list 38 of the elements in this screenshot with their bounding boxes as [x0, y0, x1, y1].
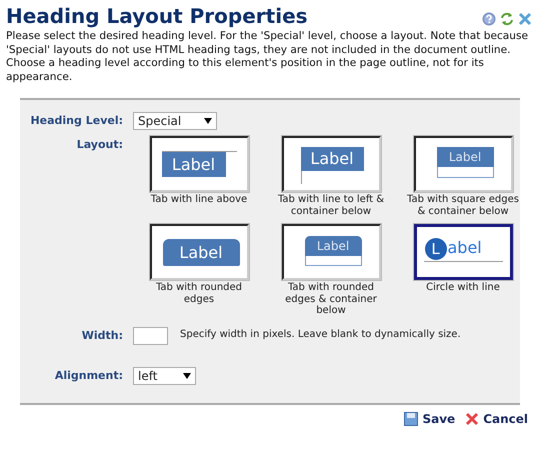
- dropdown[interactable]: Special: [133, 112, 217, 130]
- save-icon: [404, 412, 418, 426]
- layout-option[interactable]: Label: [282, 224, 380, 280]
- layout-caption: Circle with line: [425, 282, 501, 294]
- dropdown-arrow-icon: [183, 372, 191, 378]
- refresh-icon[interactable]: [500, 12, 514, 26]
- save-button[interactable]: Save: [404, 410, 456, 428]
- dropdown[interactable]: left: [133, 366, 196, 384]
- tab-preview: Label: [162, 239, 240, 266]
- field-label: Layout:: [76, 137, 124, 153]
- tab-preview: Label: [300, 147, 364, 171]
- layout-caption: Tab with square edges & container below: [406, 194, 520, 217]
- tab-preview: Label: [162, 152, 226, 177]
- layout-caption: Tab with rounded edges & container below: [284, 282, 378, 316]
- hint-text: Specify width in pixels. Leave blank to dynamically size.: [180, 328, 461, 342]
- layout-option[interactable]: Label: [150, 224, 248, 280]
- help-icon[interactable]: [482, 12, 496, 26]
- layout-option[interactable]: L abel: [414, 224, 512, 280]
- layout-option[interactable]: Label: [282, 136, 380, 192]
- layout-caption: Tab with line to left & container below: [276, 194, 386, 217]
- dialog-title: Heading Layout Properties: [6, 3, 308, 29]
- cancel-icon: [465, 412, 480, 426]
- dropdown-arrow-icon: [204, 118, 212, 124]
- width-input[interactable]: [133, 326, 168, 344]
- description-text: Please select the desired heading level. For the 'Special' level, choose a layout. Note that because 'Special' layouts do not use HTML heading tags, they are not included in the document outline. Choose a heading level according to this element's position in the page outline, not for its appearance.: [6, 30, 530, 84]
- cancel-button[interactable]: Cancel: [465, 410, 528, 428]
- field-label: Alignment:: [54, 368, 124, 384]
- layout-caption: Tab with line above: [150, 194, 248, 206]
- tab-preview: Label: [304, 236, 362, 256]
- field-label: Width:: [80, 328, 124, 344]
- field-label: Heading Level:: [29, 113, 124, 129]
- layout-caption: Tab with rounded edges: [154, 282, 244, 305]
- close-icon[interactable]: [518, 12, 532, 26]
- layout-option[interactable]: Label: [414, 136, 512, 192]
- tab-preview: Label: [436, 147, 494, 167]
- layout-option[interactable]: Label: [150, 136, 248, 192]
- circle-badge: L: [424, 238, 446, 260]
- heading-preview: abel: [448, 237, 482, 259]
